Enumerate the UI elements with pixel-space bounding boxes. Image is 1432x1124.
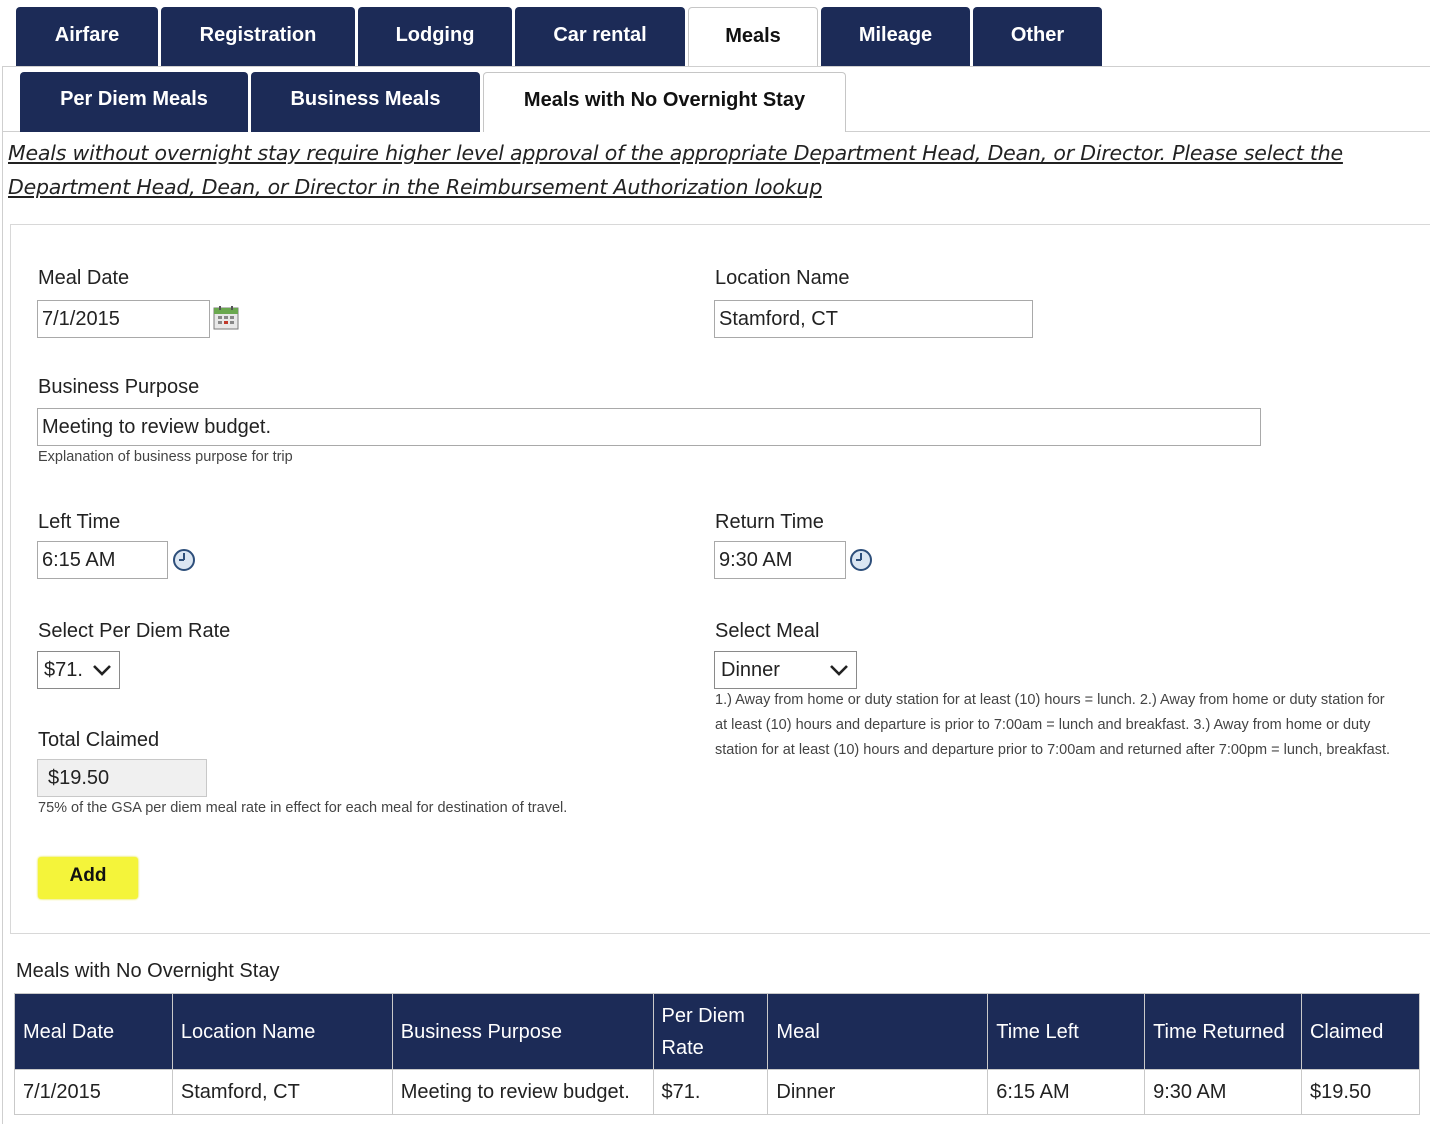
calendar-icon[interactable] xyxy=(213,305,239,331)
select-meal-select[interactable]: Dinner xyxy=(714,651,857,689)
tab-meals[interactable]: Meals xyxy=(688,7,818,67)
subtab-divider-left xyxy=(3,131,20,132)
approval-notice: Meals without overnight stay require hig… xyxy=(8,141,1343,199)
column-header-per-diem-rate: Per Diem Rate xyxy=(652,993,769,1070)
panel-left-border xyxy=(2,66,3,1124)
business-purpose-input[interactable]: Meeting to review budget. xyxy=(37,408,1261,446)
total-claimed-label: Total Claimed xyxy=(38,729,160,751)
return-time-label: Return Time xyxy=(715,511,824,533)
table-cell: 7/1/2015 xyxy=(14,1069,173,1115)
table-cell: Meeting to review budget. xyxy=(391,1069,654,1115)
chevron-down-icon xyxy=(93,665,111,676)
per-diem-rate-label: Select Per Diem Rate xyxy=(38,620,231,642)
chevron-down-icon xyxy=(830,665,848,676)
business-purpose-help: Explanation of business purpose for trip xyxy=(38,449,293,465)
total-claimed-help: 75% of the GSA per diem meal rate in eff… xyxy=(38,800,568,816)
table-cell: 6:15 AM xyxy=(987,1069,1146,1115)
column-header-business-purpose: Business Purpose xyxy=(391,993,654,1070)
column-header-meal: Meal xyxy=(767,993,989,1070)
meals-table: Meal Date Location Name Business Purpose… xyxy=(14,993,1421,1115)
meal-date-label: Meal Date xyxy=(38,267,130,289)
tab-other[interactable]: Other xyxy=(973,7,1102,66)
tab-mileage[interactable]: Mileage xyxy=(821,7,970,66)
subtab-business-meals[interactable]: Business Meals xyxy=(251,72,480,132)
per-diem-rate-select[interactable]: $71. xyxy=(37,651,120,689)
table-title: Meals with No Overnight Stay xyxy=(16,960,280,982)
per-diem-rate-value: $71. xyxy=(44,659,83,681)
table-cell: $71. xyxy=(652,1069,769,1115)
tab-divider xyxy=(2,66,1430,67)
location-name-input[interactable]: Stamford, CT xyxy=(714,300,1033,338)
select-meal-label: Select Meal xyxy=(715,620,820,642)
location-name-label: Location Name xyxy=(715,267,850,289)
select-meal-value: Dinner xyxy=(721,659,780,681)
left-time-input[interactable]: 6:15 AM xyxy=(37,541,168,579)
subtab-no-overnight-stay[interactable]: Meals with No Overnight Stay xyxy=(483,72,846,132)
column-header-meal-date: Meal Date xyxy=(14,993,173,1070)
tab-lodging[interactable]: Lodging xyxy=(358,7,512,66)
table-cell: Stamford, CT xyxy=(171,1069,393,1115)
table-row[interactable]: 7/1/2015 Stamford, CT Meeting to review … xyxy=(14,1069,1421,1115)
select-meal-help: 1.) Away from home or duty station for a… xyxy=(715,692,1391,758)
subtab-divider xyxy=(846,131,1430,132)
table-cell: Dinner xyxy=(767,1069,989,1115)
return-time-input[interactable]: 9:30 AM xyxy=(714,541,846,579)
table-cell: $19.50 xyxy=(1300,1069,1421,1115)
table-cell: 9:30 AM xyxy=(1144,1069,1302,1115)
total-claimed-field: $19.50 xyxy=(37,759,207,797)
tab-registration[interactable]: Registration xyxy=(161,7,355,66)
meal-date-input[interactable]: 7/1/2015 xyxy=(37,300,210,338)
column-header-claimed: Claimed xyxy=(1300,993,1421,1070)
clock-icon[interactable] xyxy=(172,548,196,572)
tab-car-rental[interactable]: Car rental xyxy=(515,7,685,66)
subtab-per-diem-meals[interactable]: Per Diem Meals xyxy=(20,72,248,132)
column-header-location-name: Location Name xyxy=(171,993,393,1070)
tab-airfare[interactable]: Airfare xyxy=(16,7,158,66)
column-header-time-left: Time Left xyxy=(987,993,1146,1070)
left-time-label: Left Time xyxy=(38,511,121,533)
add-button[interactable]: Add xyxy=(38,857,138,899)
clock-icon[interactable] xyxy=(849,548,873,572)
column-header-time-returned: Time Returned xyxy=(1144,993,1302,1070)
table-header-row: Meal Date Location Name Business Purpose… xyxy=(14,993,1421,1070)
business-purpose-label: Business Purpose xyxy=(38,376,200,398)
